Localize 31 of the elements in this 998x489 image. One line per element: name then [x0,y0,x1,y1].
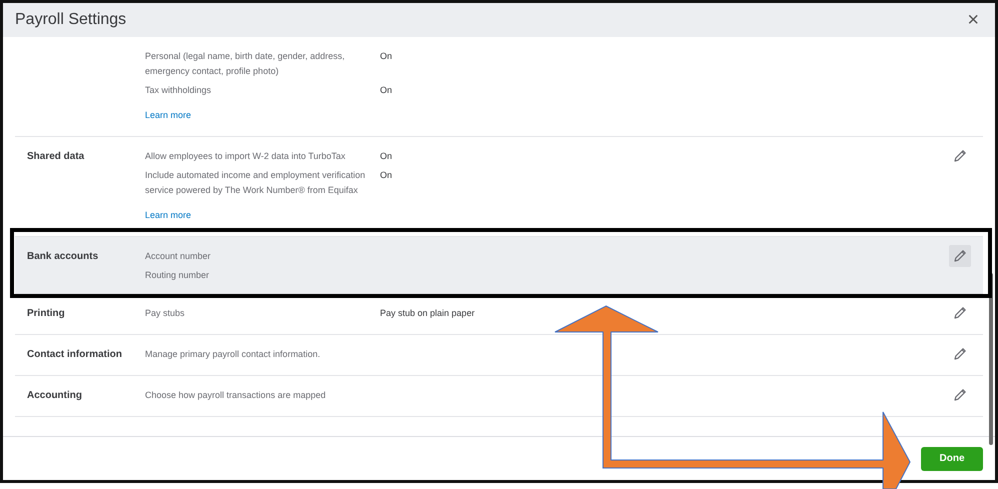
setting-text: Include automated income and employment verification service powered by The Work Number® from Equifax [145,169,366,197]
edit-button[interactable] [949,245,971,267]
setting-text: Tax withholdings [145,84,212,97]
pencil-icon [953,249,967,263]
setting-value: Pay stub on plain paper [380,307,475,320]
setting-value: On [380,84,392,97]
pencil-icon [953,306,967,320]
learn-more-link[interactable]: Learn more [145,110,192,120]
setting-value: On [380,150,392,163]
section-label: Bank accounts [27,251,98,262]
section-label: Shared data [27,151,84,162]
setting-text: Pay stubs [145,307,186,320]
setting-text: Manage primary payroll contact information. [145,348,322,361]
section-label: Contact information [27,349,122,360]
section-label: Accounting [27,390,82,401]
setting-value: On [380,50,392,63]
setting-text: Personal (legal name, birth date, gender, address, emergency contact, profile photo) [145,50,346,78]
setting-text: Account number [145,250,212,263]
pencil-icon [953,149,967,163]
learn-more-link[interactable]: Learn more [145,210,192,220]
setting-value: On [380,169,392,182]
setting-text: Allow employees to import W-2 data into TurboTax [145,150,346,163]
section-label: Printing [27,308,65,319]
close-button[interactable]: × [963,10,983,30]
window-title: Payroll Settings [15,10,126,30]
setting-text: Routing number [145,269,210,282]
scrollbar[interactable] [989,273,993,445]
pencil-icon [953,347,967,361]
pencil-icon [953,388,967,402]
setting-text: Choose how payroll transactions are mapped [145,389,327,402]
done-button[interactable]: Done [921,446,983,470]
